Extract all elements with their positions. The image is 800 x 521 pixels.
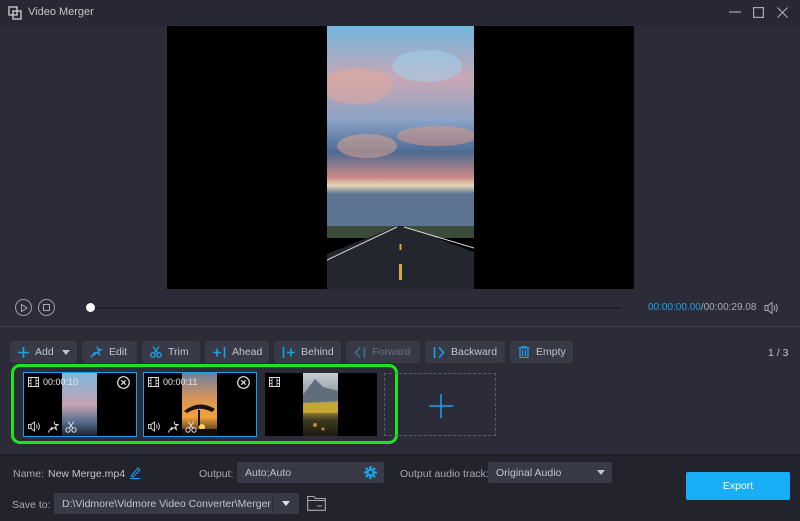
stop-icon	[43, 304, 50, 311]
close-button[interactable]	[773, 4, 791, 20]
magic-wand-icon	[47, 421, 59, 433]
clip-item[interactable]: 00:00:10	[23, 372, 137, 437]
app-logo-icon	[8, 6, 22, 20]
backward-button[interactable]: Backward	[425, 341, 505, 363]
clip-trim-button[interactable]	[65, 421, 77, 433]
name-label: Name:	[13, 468, 44, 480]
save-to-label: Save to:	[12, 499, 51, 511]
audio-track-value: Original Audio	[496, 466, 562, 479]
dropdown-divider	[272, 493, 273, 514]
volume-icon	[28, 421, 40, 432]
clip-edit-button[interactable]	[167, 421, 179, 433]
page-indicator: 1 / 3	[768, 347, 789, 359]
film-icon	[269, 377, 280, 387]
stop-button[interactable]	[38, 299, 55, 316]
output-label: Output:	[199, 468, 234, 480]
close-icon	[776, 6, 788, 18]
clip-item[interactable]	[265, 373, 377, 436]
backward-label: Backward	[451, 346, 498, 358]
audio-track-label: Output audio track:	[400, 468, 489, 480]
chevron-down-icon[interactable]	[282, 501, 290, 506]
preview-frame	[327, 26, 474, 289]
export-button[interactable]: Export	[686, 472, 790, 500]
film-icon	[28, 377, 39, 387]
ahead-label: Ahead	[232, 346, 263, 358]
save-path-value: D:\Vidmore\Vidmore Video Converter\Merge…	[62, 497, 271, 510]
trash-icon	[518, 346, 530, 358]
pencil-icon[interactable]	[129, 466, 141, 479]
edit-button[interactable]: Edit	[82, 341, 137, 363]
insert-behind-icon	[282, 346, 295, 358]
move-forward-icon	[354, 346, 366, 358]
film-icon	[148, 377, 159, 387]
name-value: New Merge.mp4	[48, 468, 126, 480]
folder-icon[interactable]	[307, 495, 326, 511]
play-icon	[20, 303, 28, 312]
add-button[interactable]: Add	[10, 341, 77, 363]
total-time: /00:00:29.08	[700, 302, 757, 313]
magic-wand-icon	[90, 346, 103, 358]
preview-image	[327, 26, 474, 289]
magic-wand-icon	[167, 421, 179, 433]
audio-track-select[interactable]: Original Audio	[488, 462, 612, 483]
volume-icon	[148, 421, 160, 432]
ahead-button[interactable]: Ahead	[205, 341, 269, 363]
clip-tools	[28, 421, 77, 433]
plus-icon	[429, 394, 453, 418]
edit-label: Edit	[109, 346, 128, 358]
clip-duration: 00:00:10	[43, 377, 79, 387]
clip-duration: 00:00:11	[163, 377, 198, 387]
maximize-button[interactable]	[749, 4, 767, 20]
save-path-field[interactable]: D:\Vidmore\Vidmore Video Converter\Merge…	[54, 493, 299, 514]
scissors-icon	[65, 421, 77, 433]
trim-label: Trim	[168, 346, 189, 358]
minimize-button[interactable]	[726, 4, 744, 20]
output-value: Auto;Auto	[245, 466, 292, 479]
empty-label: Empty	[536, 346, 566, 358]
seek-handle[interactable]	[86, 303, 95, 312]
timecode: 00:00:00.00/00:00:29.08	[648, 302, 756, 313]
output-settings-field[interactable]: Auto;Auto	[237, 462, 384, 483]
add-label: Add	[35, 346, 54, 358]
chevron-down-icon	[61, 349, 70, 355]
remove-clip-icon[interactable]	[117, 376, 130, 389]
clip-trim-button[interactable]	[185, 421, 197, 433]
clip-thumbnail	[303, 373, 338, 436]
add-clip-button[interactable]	[384, 373, 496, 436]
video-preview	[167, 26, 634, 289]
clip-edit-button[interactable]	[47, 421, 59, 433]
current-time: 00:00:00.00	[648, 302, 701, 313]
divider	[0, 326, 800, 327]
clip-item[interactable]: 00:00:11	[143, 372, 257, 437]
behind-label: Behind	[301, 346, 334, 358]
chevron-down-icon	[597, 470, 605, 475]
clip-volume-button[interactable]	[148, 421, 161, 433]
remove-clip-icon[interactable]	[237, 376, 250, 389]
forward-label: Forward	[372, 346, 411, 358]
seek-bar[interactable]	[90, 307, 622, 309]
export-label: Export	[722, 480, 754, 492]
title-bar: Video Merger	[0, 0, 800, 25]
minimize-icon	[729, 11, 741, 13]
move-backward-icon	[433, 346, 445, 358]
scissors-icon	[185, 421, 197, 433]
plus-icon	[18, 346, 29, 358]
empty-button[interactable]: Empty	[510, 341, 573, 363]
clip-volume-button[interactable]	[28, 421, 41, 433]
window-title: Video Merger	[28, 6, 94, 18]
volume-icon[interactable]	[764, 301, 780, 315]
trim-button[interactable]: Trim	[142, 341, 200, 363]
gear-icon[interactable]	[364, 466, 377, 479]
play-button[interactable]	[15, 299, 32, 316]
clip-tools	[148, 421, 197, 433]
forward-button[interactable]: Forward	[346, 341, 420, 363]
insert-ahead-icon	[213, 346, 226, 358]
maximize-icon	[752, 6, 764, 18]
behind-button[interactable]: Behind	[274, 341, 341, 363]
scissors-icon	[150, 346, 162, 358]
